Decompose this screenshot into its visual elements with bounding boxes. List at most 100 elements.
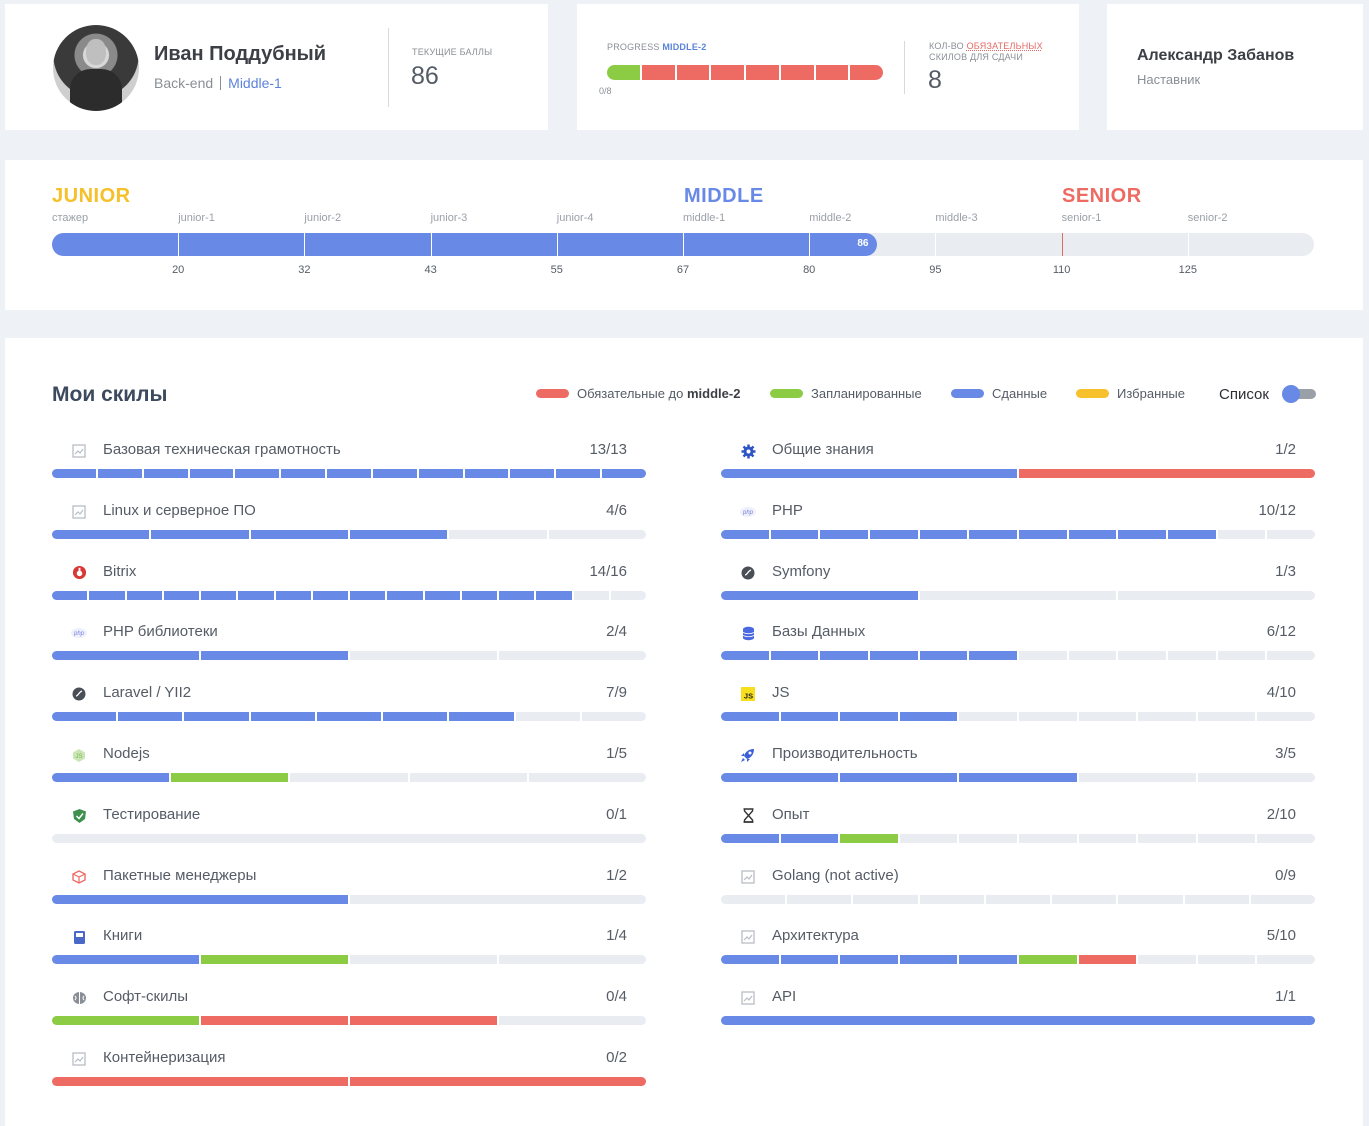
skills-card: Мои скилы Обязательные до middle-2 Запла… — [5, 338, 1363, 1126]
skill-segment — [556, 469, 601, 478]
skill-count: 7/9 — [606, 684, 627, 702]
profile-card: Иван Поддубный Back-end Middle-1 ТЕКУЩИЕ … — [5, 4, 548, 130]
skill-segment — [721, 833, 779, 843]
skill-row[interactable]: Общие знания 1/2 — [721, 438, 1315, 496]
skill-row[interactable]: Опыт 2/10 — [721, 803, 1315, 861]
legend-done[interactable]: Сданные — [951, 386, 1047, 401]
skill-count: 1/2 — [606, 866, 627, 884]
skill-progress-bar — [721, 894, 1315, 904]
skill-row[interactable]: Symfony 1/3 — [721, 560, 1315, 618]
list-view-toggle[interactable] — [1282, 385, 1316, 403]
progress-segment — [746, 65, 779, 80]
legend-required[interactable]: Обязательные до middle-2 — [536, 386, 740, 401]
skill-segment — [350, 651, 497, 661]
skill-segment — [770, 529, 819, 539]
skill-row[interactable]: Базовая техническая грамотность 13/13 — [52, 438, 646, 496]
skill-segment — [969, 651, 1018, 661]
skill-segment — [52, 712, 117, 722]
skill-row[interactable]: Контейнеризация 0/2 — [52, 1046, 646, 1104]
skill-progress-bar — [721, 833, 1315, 843]
skill-segment — [610, 590, 646, 600]
required-count: 8 — [928, 66, 942, 94]
role-divider — [220, 76, 222, 90]
symfony-icon — [740, 565, 756, 581]
skill-segment — [281, 469, 326, 478]
skill-name: Книги — [103, 927, 143, 945]
avatar[interactable] — [53, 25, 139, 111]
skill-segment — [250, 529, 348, 539]
skill-segment — [1052, 894, 1117, 904]
skill-segment — [1019, 651, 1067, 661]
threshold-label: 125 — [1178, 264, 1197, 276]
skill-segment — [721, 1016, 1315, 1026]
skill-segment — [372, 469, 417, 478]
skill-segment — [1118, 651, 1167, 661]
skill-segment — [780, 955, 839, 965]
skill-progress-bar — [52, 590, 646, 600]
skill-row[interactable]: Производительность 3/5 — [721, 742, 1315, 800]
skill-row[interactable]: Golang (not active) 0/9 — [721, 864, 1315, 922]
skill-count: 5/10 — [1266, 927, 1296, 945]
skill-progress-bar — [52, 955, 646, 965]
skill-name: JS — [772, 684, 790, 702]
skill-row[interactable]: Linux и серверное ПО 4/6 — [52, 499, 646, 557]
skill-row[interactable]: Bitrix 14/16 — [52, 560, 646, 618]
skill-segment — [1068, 529, 1117, 539]
skill-row[interactable]: php PHP библиотеки 2/4 — [52, 620, 646, 678]
threshold-label: 20 — [172, 264, 185, 276]
skill-count: 1/5 — [606, 745, 627, 762]
skill-count: 14/16 — [589, 562, 627, 580]
current-score-marker: 86 — [857, 238, 869, 249]
skill-row[interactable]: JS JS 4/10 — [721, 681, 1315, 739]
progress-segment — [676, 65, 710, 80]
skill-row[interactable]: JS Nodejs 1/5 — [52, 742, 646, 800]
skill-segment — [959, 833, 1017, 843]
skill-row[interactable]: Книги 1/4 — [52, 924, 646, 982]
progress-segment — [780, 65, 814, 80]
legend-favorite[interactable]: Избранные — [1076, 386, 1185, 401]
current-score: 86 — [411, 62, 439, 90]
svg-text:php: php — [742, 510, 754, 516]
progress-card: PROGRESS MIDDLE-2 0/8 КОЛ-ВО ОБЯЗАТЕЛЬНЫ… — [577, 4, 1079, 130]
user-level[interactable]: Middle-1 — [228, 75, 282, 91]
legend-planned[interactable]: Запланированные — [770, 386, 922, 401]
skill-count: 0/4 — [606, 988, 627, 1006]
skill-segment — [409, 773, 527, 782]
skill-name: Базы Данных — [772, 623, 866, 641]
skill-segment — [510, 469, 555, 478]
bitrix-icon — [71, 565, 87, 581]
threshold-label: 55 — [550, 264, 563, 276]
skill-row[interactable]: Laravel / YII2 7/9 — [52, 681, 646, 739]
symfony-icon — [71, 686, 87, 702]
skill-segment — [780, 712, 839, 722]
skill-row[interactable]: Тестирование 0/1 — [52, 803, 646, 861]
progress-bar[interactable] — [607, 65, 883, 80]
list-view-label: Список — [1219, 386, 1269, 403]
skill-segment — [780, 833, 839, 843]
skill-segment — [449, 712, 514, 722]
skill-row[interactable]: php PHP 10/12 — [721, 499, 1315, 557]
skill-segment — [171, 773, 289, 782]
skill-segment — [184, 712, 249, 722]
skill-row[interactable]: Пакетные менеджеры 1/2 — [52, 864, 646, 922]
skill-segment — [919, 651, 968, 661]
skill-name: Архитектура — [772, 927, 859, 945]
skill-segment — [899, 955, 958, 965]
score-caption: ТЕКУЩИЕ БАЛЛЫ — [412, 47, 493, 57]
skill-segment — [1019, 469, 1315, 478]
skill-row[interactable]: API 1/1 — [721, 985, 1315, 1043]
skill-segment — [573, 590, 609, 600]
skill-row[interactable]: Софт-скилы 0/4 — [52, 985, 646, 1043]
skill-segment — [350, 955, 497, 965]
skill-segment — [97, 469, 142, 478]
skill-progress-bar — [721, 529, 1315, 539]
skill-segment — [52, 955, 199, 965]
mentor-name[interactable]: Александр Забанов — [1137, 47, 1294, 65]
skill-name: Golang (not active) — [772, 866, 899, 884]
php-icon: php — [71, 625, 87, 641]
skill-segment — [383, 712, 448, 722]
level-tick — [556, 233, 558, 256]
skill-row[interactable]: Архитектура 5/10 — [721, 924, 1315, 982]
skill-row[interactable]: Базы Данных 6/12 — [721, 620, 1315, 678]
skill-name: Symfony — [772, 562, 831, 580]
